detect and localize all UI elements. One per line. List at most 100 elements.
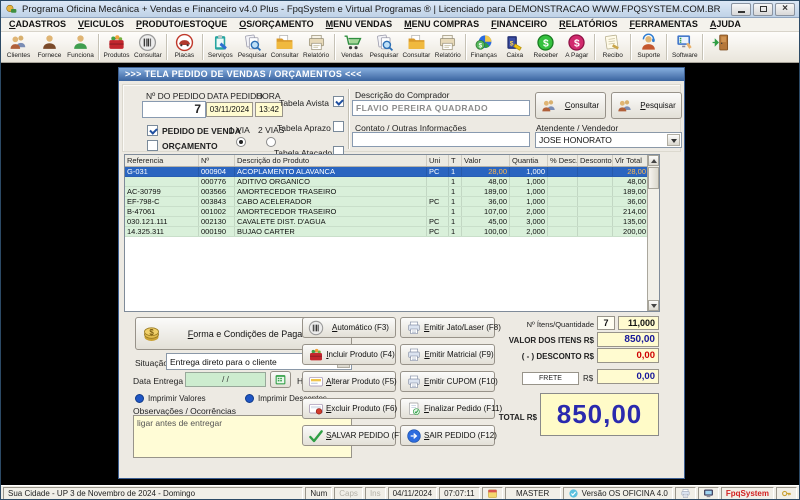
automatic-button[interactable]: Automático (F3) xyxy=(302,317,396,338)
column-header[interactable]: Descrição do Produto xyxy=(235,155,427,166)
column-header[interactable]: Vlr Total xyxy=(613,155,649,166)
freight-field[interactable]: 0,00 xyxy=(597,369,659,384)
toolbar-caixa[interactable]: $Caixa xyxy=(499,32,530,62)
tabela-aprazo-checkbox[interactable] xyxy=(333,121,344,132)
scroll-up-icon[interactable] xyxy=(648,155,659,166)
column-header[interactable]: Valor xyxy=(462,155,510,166)
one-via-radio[interactable] xyxy=(236,137,246,147)
delivery-date-field[interactable]: / / xyxy=(185,372,266,387)
print-discounts-radio[interactable] xyxy=(245,394,254,403)
column-header[interactable]: Uni xyxy=(427,155,449,166)
menu-financeiro[interactable]: FINANCEIRO xyxy=(485,18,553,31)
finalize-document-icon xyxy=(406,401,422,417)
toolbar-fornecedores[interactable]: Fornece xyxy=(34,32,65,62)
order-number-field[interactable]: 7 xyxy=(142,101,206,118)
include-product-button[interactable]: Incluir Produto (F4) xyxy=(302,344,396,365)
orcamento-checkbox[interactable] xyxy=(147,140,158,151)
table-row[interactable]: AC-30799003566AMORTECEDOR TRASEIRO1189,0… xyxy=(125,187,659,197)
menu-ferramentas[interactable]: FERRAMENTAS xyxy=(624,18,704,31)
toolbar-pesquisar-vendas[interactable]: Pesquisar xyxy=(368,32,401,62)
tabela-avista-checkbox[interactable] xyxy=(333,96,344,107)
toolbar-vendas[interactable]: Vendas xyxy=(337,32,368,62)
printer-icon xyxy=(307,33,326,52)
column-header[interactable]: Nº xyxy=(199,155,235,166)
toolbar-servicos[interactable]: Serviços xyxy=(205,32,236,62)
computer-icon xyxy=(703,488,714,499)
two-vias-radio[interactable] xyxy=(266,137,276,147)
calendar-button[interactable] xyxy=(270,371,291,388)
coin-icon: $ xyxy=(141,323,162,344)
printer-icon xyxy=(406,320,422,336)
support-icon xyxy=(639,33,658,52)
toolbar-apagar[interactable]: $A Pagar xyxy=(561,32,592,62)
restore-icon[interactable] xyxy=(753,3,773,16)
attendant-select[interactable]: JOSE HONORATO xyxy=(535,132,682,148)
menu-vendas[interactable]: MENU VENDAS xyxy=(320,18,399,31)
menu-ajuda[interactable]: AJUDA xyxy=(704,18,747,31)
menu-compras[interactable]: MENU COMPRAS xyxy=(398,18,485,31)
toolbar-consultar-os[interactable]: Consultar xyxy=(269,32,301,62)
alter-product-button[interactable]: Alterar Produto (F5) xyxy=(302,371,396,392)
status-computer[interactable] xyxy=(698,487,719,500)
order-date-field[interactable]: 03/11/2024 xyxy=(206,102,253,117)
window-title: Programa Oficina Mecânica + Vendas e Fin… xyxy=(22,4,721,15)
items-qty-label: Nº Ítens/Quantidade xyxy=(499,320,594,329)
minimize-icon[interactable] xyxy=(731,3,751,16)
column-header[interactable]: % Desc. xyxy=(548,155,578,166)
scrollbar-thumb[interactable] xyxy=(648,167,659,189)
toolbar-clientes[interactable]: Clientes xyxy=(3,32,34,62)
toolbar-financas[interactable]: $Finanças xyxy=(468,32,499,62)
toolbar-recibo[interactable]: Recibo xyxy=(597,32,628,62)
close-icon[interactable]: × xyxy=(775,3,795,16)
buyer-field[interactable]: FLAVIO PEREIRA QUADRADO xyxy=(352,100,530,116)
print-coupon-button[interactable]: Emitir CUPOM (F10) xyxy=(400,371,495,392)
print-matrix-button[interactable]: Emitir Matricial (F9) xyxy=(400,344,495,365)
toolbar-consultar-produto[interactable]: Consultar xyxy=(132,32,164,62)
delivery-date-label: Data Entrega xyxy=(133,376,183,386)
scroll-down-icon[interactable] xyxy=(648,300,659,311)
delete-product-button[interactable]: Excluir Produto (F6) xyxy=(302,398,396,419)
table-row-selected[interactable]: G-031000904ACOPLAMENTO ALAVANCAPC128,001… xyxy=(125,167,659,177)
menu-relatorios[interactable]: RELATÓRIOS xyxy=(553,18,623,31)
chevron-down-icon[interactable] xyxy=(667,134,680,146)
toolbar-produtos[interactable]: Produtos xyxy=(101,32,132,62)
menu-produto-estoque[interactable]: PRODUTO/ESTOQUE xyxy=(130,18,233,31)
consult-client-button[interactable]: Consultar xyxy=(535,92,606,119)
contact-field[interactable] xyxy=(352,132,530,147)
menu-cadastros[interactable]: CADASTROS xyxy=(3,18,72,31)
table-row[interactable]: B-47061001002AMORTECEDOR TRASEIRO1107,00… xyxy=(125,207,659,217)
toolbar-suporte[interactable]: Suporte xyxy=(633,32,664,62)
toolbar-consultar-vendas[interactable]: Consultar xyxy=(400,32,432,62)
pedido-venda-checkbox[interactable] xyxy=(147,125,158,136)
toolbar-receber[interactable]: $Receber xyxy=(530,32,561,62)
folder-icon xyxy=(275,33,294,52)
column-header[interactable]: T xyxy=(449,155,462,166)
toolbar-relatorio-vendas[interactable]: Relatório xyxy=(432,32,463,62)
toolbar-sair[interactable] xyxy=(705,32,736,62)
toolbar-relatorio-os[interactable]: Relatório xyxy=(301,32,332,62)
search-client-button[interactable]: Pesquisar xyxy=(611,92,682,119)
column-header[interactable]: Referencia xyxy=(125,155,199,166)
table-scrollbar[interactable] xyxy=(647,155,659,311)
toolbar-pesquisar-os[interactable]: Pesquisar xyxy=(236,32,269,62)
total-label: TOTAL R$ xyxy=(493,413,537,422)
toolbar-software[interactable]: Software xyxy=(669,32,700,62)
print-laser-button[interactable]: Emitir Jato/Laser (F8) xyxy=(400,317,495,338)
save-order-button[interactable]: SALVAR PEDIDO (F7) xyxy=(302,425,396,446)
freight-button[interactable]: FRETE xyxy=(522,372,579,385)
one-via-label: 1 VIA xyxy=(229,125,250,135)
column-header[interactable]: Quantia xyxy=(510,155,548,166)
toolbar-funcionarios[interactable]: Funciona xyxy=(65,32,96,62)
finalize-order-button[interactable]: Finalizar Pedido (F11) xyxy=(400,398,495,419)
table-row[interactable]: 14.325.311000190BUJAO CARTERPC1100,002,0… xyxy=(125,227,659,237)
status-printer[interactable] xyxy=(675,487,696,500)
menu-os-orcamento[interactable]: OS/ORÇAMENTO xyxy=(233,18,319,31)
table-row[interactable]: 000776ADITIVO ORGANICO148,001,00048,00 xyxy=(125,177,659,187)
table-row[interactable]: EF-798-C003843CABO ACELERADORPC136,001,0… xyxy=(125,197,659,207)
table-row[interactable]: 030.121.111002130CAVALETE DIST. D'AGUAPC… xyxy=(125,217,659,227)
print-values-radio[interactable] xyxy=(135,394,144,403)
menu-veiculos[interactable]: VEICULOS xyxy=(72,18,130,31)
toolbar-placas[interactable]: Placas xyxy=(169,32,200,62)
exit-order-button[interactable]: SAIR PEDIDO (F12) xyxy=(400,425,495,446)
column-header[interactable]: Desconto xyxy=(578,155,613,166)
